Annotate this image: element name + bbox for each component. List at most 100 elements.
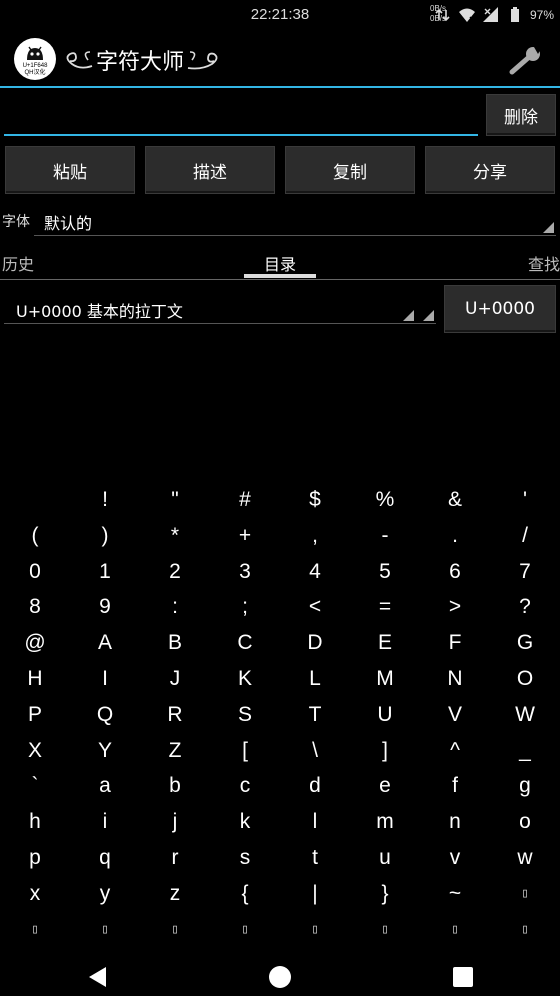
glyph-cell[interactable]: } xyxy=(350,876,420,912)
glyph-cell[interactable]: / xyxy=(490,518,560,554)
glyph-cell[interactable]: ; xyxy=(210,589,280,625)
glyph-cell[interactable]: ▯ xyxy=(140,912,210,948)
glyph-cell[interactable]: L xyxy=(280,661,350,697)
glyph-cell[interactable]: < xyxy=(280,589,350,625)
glyph-cell[interactable]: % xyxy=(350,482,420,518)
glyph-cell[interactable]: k xyxy=(210,804,280,840)
glyph-cell[interactable]: 4 xyxy=(280,554,350,590)
glyph-cell[interactable]: b xyxy=(140,768,210,804)
glyph-cell[interactable]: v xyxy=(420,840,490,876)
glyph-cell[interactable]: n xyxy=(420,804,490,840)
glyph-cell[interactable]: z xyxy=(140,876,210,912)
glyph-cell[interactable]: { xyxy=(210,876,280,912)
glyph-cell[interactable]: ▯ xyxy=(420,912,490,948)
glyph-cell[interactable]: > xyxy=(420,589,490,625)
glyph-cell[interactable]: f xyxy=(420,768,490,804)
glyph-cell[interactable]: * xyxy=(140,518,210,554)
glyph-cell[interactable]: ▯ xyxy=(0,912,70,948)
glyph-cell[interactable]: + xyxy=(210,518,280,554)
glyph-cell[interactable]: ▯ xyxy=(350,912,420,948)
glyph-cell[interactable]: M xyxy=(350,661,420,697)
character-input[interactable] xyxy=(4,92,478,136)
glyph-cell[interactable]: ~ xyxy=(420,876,490,912)
glyph-cell[interactable]: & xyxy=(420,482,490,518)
glyph-cell[interactable]: h xyxy=(0,804,70,840)
glyph-cell[interactable]: 7 xyxy=(490,554,560,590)
glyph-cell[interactable]: 2 xyxy=(140,554,210,590)
copy-button[interactable]: 复制 xyxy=(285,146,415,194)
glyph-cell[interactable]: = xyxy=(350,589,420,625)
glyph-cell[interactable]: _ xyxy=(490,733,560,769)
paste-button[interactable]: 粘贴 xyxy=(5,146,135,194)
glyph-cell[interactable]: ▯ xyxy=(490,912,560,948)
glyph-cell[interactable]: ^ xyxy=(420,733,490,769)
glyph-cell[interactable]: N xyxy=(420,661,490,697)
glyph-cell[interactable]: | xyxy=(280,876,350,912)
tab-find[interactable]: 查找 xyxy=(528,251,560,275)
glyph-cell[interactable]: r xyxy=(140,840,210,876)
glyph-cell[interactable]: . xyxy=(420,518,490,554)
glyph-cell[interactable]: Q xyxy=(70,697,140,733)
glyph-cell[interactable]: p xyxy=(0,840,70,876)
glyph-cell[interactable]: y xyxy=(70,876,140,912)
glyph-cell[interactable]: w xyxy=(490,840,560,876)
glyph-cell[interactable]: O xyxy=(490,661,560,697)
wrench-icon[interactable] xyxy=(508,44,544,76)
glyph-cell[interactable]: ) xyxy=(70,518,140,554)
glyph-cell[interactable]: q xyxy=(70,840,140,876)
glyph-cell[interactable]: K xyxy=(210,661,280,697)
glyph-cell[interactable]: : xyxy=(140,589,210,625)
glyph-cell[interactable]: I xyxy=(70,661,140,697)
tab-catalog[interactable]: 目录 xyxy=(244,251,316,275)
glyph-cell[interactable]: # xyxy=(210,482,280,518)
glyph-cell[interactable]: s xyxy=(210,840,280,876)
glyph-cell[interactable]: " xyxy=(140,482,210,518)
glyph-cell[interactable]: g xyxy=(490,768,560,804)
glyph-cell[interactable]: ▯ xyxy=(70,912,140,948)
glyph-cell[interactable]: 6 xyxy=(420,554,490,590)
glyph-cell[interactable]: 5 xyxy=(350,554,420,590)
glyph-cell[interactable]: W xyxy=(490,697,560,733)
codepoint-button[interactable]: U+0000 xyxy=(444,285,556,333)
glyph-cell[interactable]: E xyxy=(350,625,420,661)
glyph-cell[interactable]: 9 xyxy=(70,589,140,625)
glyph-cell[interactable]: B xyxy=(140,625,210,661)
glyph-cell[interactable]: C xyxy=(210,625,280,661)
glyph-cell[interactable]: D xyxy=(280,625,350,661)
glyph-cell[interactable]: J xyxy=(140,661,210,697)
glyph-cell[interactable]: - xyxy=(350,518,420,554)
glyph-cell[interactable]: @ xyxy=(0,625,70,661)
glyph-cell[interactable]: \ xyxy=(280,733,350,769)
glyph-cell[interactable]: 1 xyxy=(70,554,140,590)
glyph-cell[interactable]: 3 xyxy=(210,554,280,590)
glyph-cell[interactable]: ▯ xyxy=(490,876,560,912)
home-circle-icon[interactable] xyxy=(267,964,293,990)
back-triangle-icon[interactable] xyxy=(86,964,112,990)
glyph-cell[interactable]: t xyxy=(280,840,350,876)
describe-button[interactable]: 描述 xyxy=(145,146,275,194)
glyph-cell[interactable]: H xyxy=(0,661,70,697)
glyph-cell[interactable]: R xyxy=(140,697,210,733)
glyph-cell[interactable]: j xyxy=(140,804,210,840)
glyph-cell[interactable]: V xyxy=(420,697,490,733)
glyph-cell[interactable]: ` xyxy=(0,768,70,804)
glyph-cell[interactable]: ' xyxy=(490,482,560,518)
glyph-cell[interactable]: ▯ xyxy=(280,912,350,948)
glyph-cell[interactable]: x xyxy=(0,876,70,912)
glyph-cell[interactable]: o xyxy=(490,804,560,840)
glyph-cell[interactable]: c xyxy=(210,768,280,804)
glyph-cell[interactable]: u xyxy=(350,840,420,876)
glyph-cell[interactable]: [ xyxy=(210,733,280,769)
glyph-cell[interactable]: , xyxy=(280,518,350,554)
glyph-cell[interactable]: T xyxy=(280,697,350,733)
glyph-cell[interactable]: S xyxy=(210,697,280,733)
glyph-cell[interactable]: Y xyxy=(70,733,140,769)
recents-square-icon[interactable] xyxy=(450,964,476,990)
glyph-cell[interactable]: ▯ xyxy=(210,912,280,948)
glyph-cell[interactable]: ] xyxy=(350,733,420,769)
glyph-cell[interactable]: A xyxy=(70,625,140,661)
glyph-cell[interactable]: a xyxy=(70,768,140,804)
glyph-cell[interactable]: 8 xyxy=(0,589,70,625)
unicode-block-dropdown[interactable]: U+0000 基本的拉丁文 xyxy=(4,290,436,324)
glyph-cell[interactable]: i xyxy=(70,804,140,840)
